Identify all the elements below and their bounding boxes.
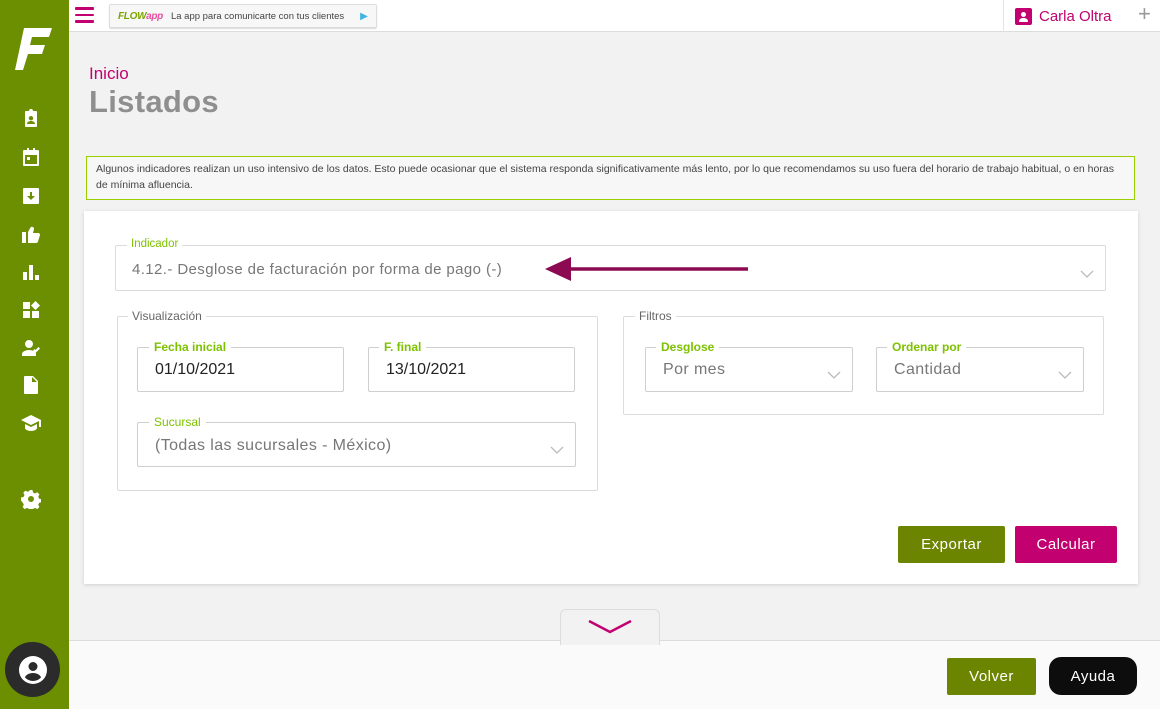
clipboard-user-icon[interactable] <box>21 108 41 128</box>
fecha-final-label: F. final <box>379 340 427 354</box>
google-play-icon: ▶ <box>360 10 368 22</box>
user-circle-icon <box>18 655 47 684</box>
desglose-select[interactable]: Desglose Por mes <box>645 340 853 392</box>
ordenar-value: Cantidad <box>894 361 962 378</box>
desglose-label: Desglose <box>656 340 720 354</box>
fecha-inicial-label: Fecha inicial <box>149 340 232 354</box>
user-icon <box>1015 7 1032 25</box>
ordenar-label: Ordenar por <box>887 340 967 354</box>
sucursal-label: Sucursal <box>149 415 206 429</box>
report-form-card: Indicador 4.12.- Desglose de facturación… <box>84 211 1138 584</box>
expand-toggle[interactable] <box>560 609 660 645</box>
app-logo[interactable] <box>14 26 54 72</box>
filtros-legend: Filtros <box>635 309 676 323</box>
sucursal-value: (Todas las sucursales - México) <box>155 437 392 454</box>
user-menu[interactable]: Carla Oltra <box>1003 0 1112 32</box>
filtros-group: Filtros Desglose Por mes Ordenar por Can… <box>623 309 1104 415</box>
indicador-value: 4.12.- Desglose de facturación por forma… <box>132 261 503 278</box>
visualizacion-legend: Visualización <box>128 309 206 323</box>
plus-icon[interactable]: + <box>1138 1 1151 27</box>
export-button[interactable]: Exportar <box>898 526 1005 563</box>
chevron-down-icon <box>550 441 564 454</box>
promo-banner[interactable]: FLOWapp La app para comunicarte con tus … <box>109 4 377 28</box>
fecha-final-input[interactable]: F. final 13/10/2021 <box>368 340 575 392</box>
user-name: Carla Oltra <box>1039 7 1112 25</box>
promo-text: La app para comunicarte con tus clientes <box>170 10 345 22</box>
thumbs-up-icon[interactable] <box>21 224 41 244</box>
chevron-down-icon <box>827 366 841 379</box>
calculate-button[interactable]: Calcular <box>1015 526 1117 563</box>
indicador-label: Indicador <box>127 238 183 250</box>
user-check-icon[interactable] <box>21 338 41 358</box>
gear-icon[interactable] <box>21 489 41 509</box>
breadcrumb-home[interactable]: Inicio <box>89 64 129 84</box>
user-avatar-button[interactable] <box>5 642 60 697</box>
desglose-value: Por mes <box>663 361 726 378</box>
graduation-cap-icon[interactable] <box>21 413 41 433</box>
performance-notice: Algunos indicadores realizan un uso inte… <box>86 156 1135 200</box>
bar-chart-icon[interactable] <box>21 262 41 282</box>
ordenar-select[interactable]: Ordenar por Cantidad <box>876 340 1084 392</box>
chevron-down-icon <box>1058 366 1072 379</box>
sidebar <box>0 0 69 709</box>
promo-logo: FLOWapp <box>118 10 163 22</box>
inbox-icon[interactable] <box>21 186 41 206</box>
menu-icon[interactable] <box>75 7 94 23</box>
page-title: Listados <box>89 84 219 119</box>
fecha-inicial-value: 01/10/2021 <box>155 361 236 378</box>
back-button[interactable]: Volver <box>947 658 1036 695</box>
chevron-down-icon <box>588 620 632 634</box>
sucursal-select[interactable]: Sucursal (Todas las sucursales - México) <box>137 415 576 467</box>
document-icon[interactable] <box>21 375 41 395</box>
widgets-icon[interactable] <box>21 300 41 320</box>
fecha-inicial-input[interactable]: Fecha inicial 01/10/2021 <box>137 340 344 392</box>
chevron-down-icon <box>1080 265 1094 278</box>
calendar-icon[interactable] <box>21 147 41 167</box>
top-bar: FLOWapp La app para comunicarte con tus … <box>69 0 1160 32</box>
help-button[interactable]: Ayuda <box>1049 657 1137 695</box>
arrow-annotation <box>545 257 748 281</box>
visualizacion-group: Visualización Fecha inicial 01/10/2021 F… <box>117 309 598 491</box>
fecha-final-value: 13/10/2021 <box>386 361 467 378</box>
